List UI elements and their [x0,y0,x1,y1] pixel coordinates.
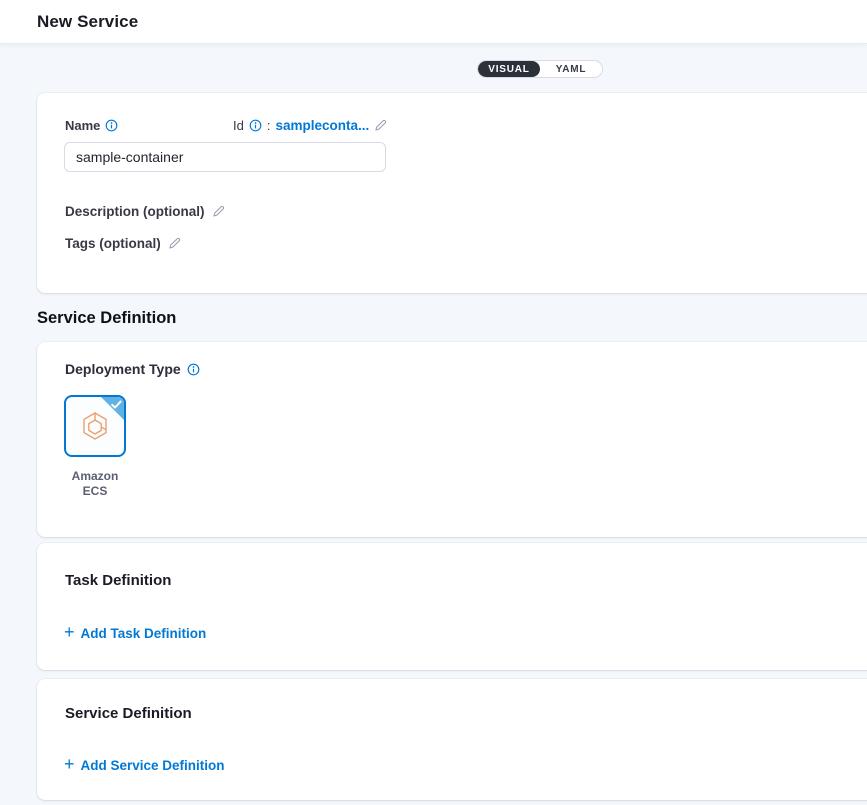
deployment-type-card: Deployment Type [37,342,867,537]
deployment-type-label-row: Deployment Type [65,361,200,377]
plus-icon: + [64,626,75,639]
info-icon[interactable] [105,119,118,132]
edit-pencil-icon[interactable] [212,205,225,218]
info-icon[interactable] [187,363,200,376]
service-definition-section-heading: Service Definition [37,309,176,328]
service-definition-heading: Service Definition [65,705,192,722]
task-definition-heading: Task Definition [65,572,171,589]
plus-icon: + [64,758,75,771]
edit-pencil-icon[interactable] [168,237,181,250]
task-definition-card: Task Definition + Add Task Definition [37,543,867,670]
id-value-link[interactable]: sampleconta... [275,118,369,133]
add-service-definition-label: Add Service Definition [81,758,225,773]
description-label: Description (optional) [65,204,205,219]
about-service-card: Name Id : sampleconta... Descri [37,93,867,293]
tile-caption-line2: ECS [53,484,137,499]
deployment-tile-caption: Amazon ECS [53,469,137,499]
tile-caption-line1: Amazon [53,469,137,484]
id-row: Id : sampleconta... [233,118,387,133]
tags-label: Tags (optional) [65,236,161,251]
name-label: Name [65,118,100,133]
add-service-definition-button[interactable]: + Add Service Definition [64,758,225,773]
deployment-type-label: Deployment Type [65,361,181,377]
description-row: Description (optional) [65,204,225,219]
service-name-input[interactable] [64,142,386,172]
add-task-definition-label: Add Task Definition [81,626,207,641]
id-label: Id [233,118,244,133]
name-label-row: Name [65,118,118,133]
add-task-definition-button[interactable]: + Add Task Definition [64,626,206,641]
page-title: New Service [37,12,138,32]
service-definition-card: Service Definition + Add Service Definit… [37,679,867,800]
page-header: New Service [0,0,867,44]
selected-check-icon [101,397,124,420]
info-icon[interactable] [249,119,262,132]
id-colon: : [267,118,271,133]
visual-yaml-toggle[interactable]: VISUAL YAML [477,60,603,78]
tags-row: Tags (optional) [65,236,181,251]
toggle-yaml-button[interactable]: YAML [540,61,602,77]
edit-pencil-icon[interactable] [374,119,387,132]
deployment-tile-amazon-ecs[interactable] [64,395,126,457]
toggle-visual-button[interactable]: VISUAL [478,61,540,77]
